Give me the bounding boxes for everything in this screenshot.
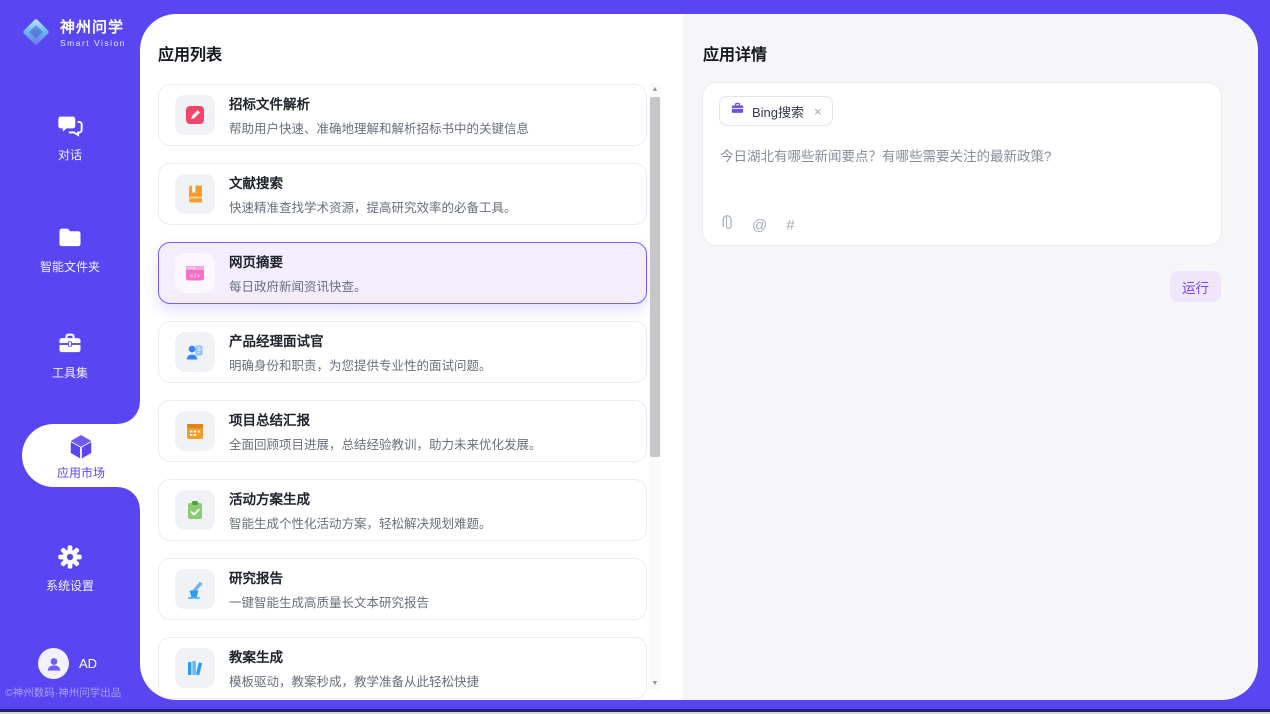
app-card-project-summary[interactable]: 项目总结汇报 全面回顾项目进展，总结经验教训，助力未来优化发展。 — [158, 400, 647, 462]
sidebar-item-label: 对话 — [58, 148, 82, 162]
app-detail-pane: 应用详情 Bing搜索 × 今日湖北有哪些新闻要点？有哪些需要关注的最新政策? — [683, 14, 1258, 700]
app-list-scrollbar[interactable]: ▲ ▼ — [649, 84, 661, 690]
brand-title: 神州问学 — [60, 16, 126, 37]
interviewer-icon — [175, 332, 215, 372]
app-card-title: 文献搜索 — [229, 172, 517, 192]
sidebar-item-app-market[interactable]: 应用市场 — [22, 424, 140, 487]
query-input[interactable]: 今日湖北有哪些新闻要点？有哪些需要关注的最新政策? — [720, 145, 1205, 165]
app-card-lesson-plan[interactable]: 教案生成 模板驱动，教案秒成，教学准备从此轻松快捷 — [158, 637, 647, 699]
app-card-activity-plan[interactable]: 活动方案生成 智能生成个性化活动方案，轻松解决规划难题。 — [158, 479, 647, 541]
app-detail-title: 应用详情 — [703, 41, 767, 65]
toolbox-icon — [0, 330, 140, 358]
sidebar-item-label: 智能文件夹 — [40, 260, 100, 274]
app-card-description: 明确身份和职责，为您提供专业性的面试问题。 — [229, 355, 492, 374]
sidebar-item-label: 工具集 — [52, 366, 88, 380]
user-account[interactable]: AD — [38, 648, 97, 679]
close-icon[interactable]: × — [814, 104, 822, 119]
books-icon — [175, 648, 215, 688]
app-card-pm-interviewer[interactable]: 产品经理面试官 明确身份和职责，为您提供专业性的面试问题。 — [158, 321, 647, 383]
app-logo: 神州问学 Smart Vision — [20, 16, 126, 48]
avatar — [38, 648, 69, 679]
app-card-description: 智能生成个性化活动方案，轻松解决规划难题。 — [229, 513, 492, 532]
attachment-icon[interactable] — [720, 215, 733, 236]
app-card-title: 活动方案生成 — [229, 488, 492, 508]
app-card-web-summary[interactable]: </> 网页摘要 每日政府新闻资讯快查。 — [158, 242, 647, 304]
main-panel: 应用列表 招标文件解析 帮助用户快速、准确地理解和解析招标书中的关键信息 — [140, 14, 1258, 700]
sidebar-item-chat[interactable]: 对话 — [0, 112, 140, 164]
ink-pen-icon — [175, 569, 215, 609]
app-list-title: 应用列表 — [158, 41, 222, 65]
scroll-up-icon[interactable]: ▲ — [649, 84, 661, 96]
app-list-pane: 应用列表 招标文件解析 帮助用户快速、准确地理解和解析招标书中的关键信息 — [140, 14, 683, 700]
input-action-row: @ # — [720, 215, 795, 236]
svg-text:</>: </> — [190, 273, 200, 280]
mention-icon[interactable]: @ — [752, 217, 767, 234]
brand-diamond-icon — [20, 16, 52, 48]
query-input-card: Bing搜索 × 今日湖北有哪些新闻要点？有哪些需要关注的最新政策? @ # — [702, 82, 1222, 246]
chat-icon — [0, 112, 140, 140]
book-icon — [175, 174, 215, 214]
app-card-title: 网页摘要 — [229, 251, 367, 271]
app-card-title: 研究报告 — [229, 567, 429, 587]
sidebar-item-toolset[interactable]: 工具集 — [0, 330, 140, 382]
app-card-title: 产品经理面试官 — [229, 330, 492, 350]
app-card-title: 项目总结汇报 — [229, 409, 542, 429]
cube-icon — [22, 432, 140, 462]
brand-subtitle: Smart Vision — [60, 38, 126, 48]
app-card-description: 全面回顾项目进展，总结经验教训，助力未来优化发展。 — [229, 434, 542, 453]
app-card-title: 招标文件解析 — [229, 93, 529, 113]
app-card-description: 每日政府新闻资讯快查。 — [229, 276, 367, 295]
scrollbar-thumb[interactable] — [650, 97, 660, 457]
run-button[interactable]: 运行 — [1170, 271, 1221, 302]
app-card-literature-search[interactable]: 文献搜索 快速精准查找学术资源，提高研究效率的必备工具。 — [158, 163, 647, 225]
app-card-tender-parse[interactable]: 招标文件解析 帮助用户快速、准确地理解和解析招标书中的关键信息 — [158, 84, 647, 146]
app-card-description: 帮助用户快速、准确地理解和解析招标书中的关键信息 — [229, 118, 529, 137]
sidebar-item-settings[interactable]: 系统设置 — [0, 543, 140, 595]
gear-icon — [0, 543, 140, 571]
sidebar-item-label: 应用市场 — [57, 466, 105, 480]
sidebar: 神州问学 Smart Vision 对话 智能文件夹 — [0, 0, 140, 714]
app-card-title: 教案生成 — [229, 646, 479, 666]
app-card-research-report[interactable]: 研究报告 一键智能生成高质量长文本研究报告 — [158, 558, 647, 620]
app-card-list: 招标文件解析 帮助用户快速、准确地理解和解析招标书中的关键信息 文献搜索 快速精… — [158, 84, 647, 700]
hashtag-icon[interactable]: # — [786, 217, 794, 234]
tool-tag-bing-search[interactable]: Bing搜索 × — [719, 96, 833, 126]
browser-code-icon: </> — [175, 253, 215, 293]
tool-tag-label: Bing搜索 — [752, 102, 804, 121]
scroll-down-icon[interactable]: ▼ — [649, 678, 661, 690]
app-card-description: 模板驱动，教案秒成，教学准备从此轻松快捷 — [229, 671, 479, 690]
user-name: AD — [79, 656, 97, 671]
briefcase-icon — [730, 101, 745, 121]
app-card-description: 一键智能生成高质量长文本研究报告 — [229, 592, 429, 611]
sidebar-item-smart-folder[interactable]: 智能文件夹 — [0, 224, 140, 276]
pencil-square-icon — [175, 95, 215, 135]
calendar-icon — [175, 411, 215, 451]
sidebar-item-label: 系统设置 — [46, 579, 94, 593]
copyright-footer: ©神州数码·神州问学出品 — [5, 685, 140, 700]
folder-icon — [0, 224, 140, 252]
clipboard-check-icon — [175, 490, 215, 530]
app-card-description: 快速精准查找学术资源，提高研究效率的必备工具。 — [229, 197, 517, 216]
